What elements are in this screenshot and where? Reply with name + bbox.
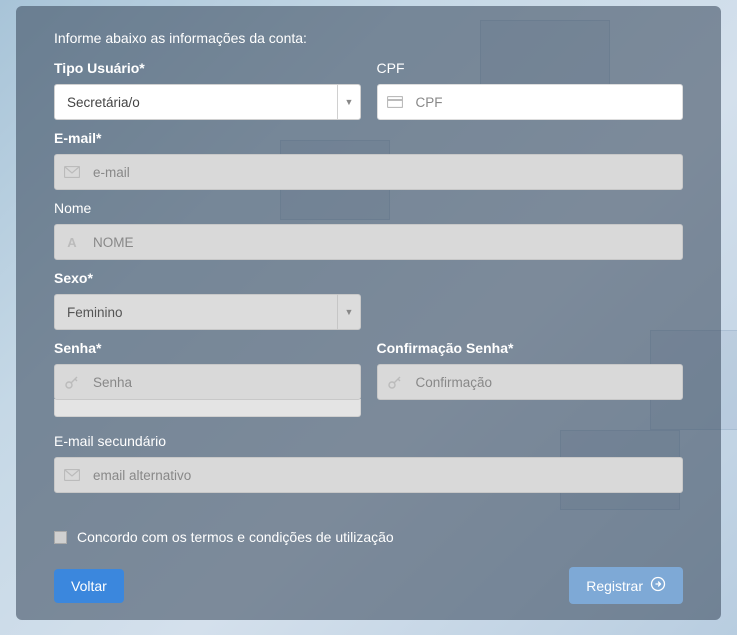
gender-label: Sexo* — [54, 270, 361, 286]
user-type-label: Tipo Usuário* — [54, 60, 361, 76]
password-label: Senha* — [54, 340, 361, 356]
name-input[interactable] — [54, 224, 683, 260]
password-input[interactable] — [54, 364, 361, 400]
key-icon — [387, 374, 403, 390]
register-button[interactable]: Registrar — [569, 567, 683, 604]
gender-value: Feminino — [67, 305, 123, 320]
email-input[interactable] — [54, 154, 683, 190]
arrow-right-circle-icon — [650, 576, 666, 595]
register-button-label: Registrar — [586, 578, 643, 594]
terms-label[interactable]: Concordo com os termos e condições de ut… — [77, 529, 394, 545]
text-icon: A — [64, 234, 80, 250]
confirm-label: Confirmação Senha* — [377, 340, 684, 356]
password-strength-bar — [54, 399, 361, 417]
registration-panel: Informe abaixo as informações da conta: … — [16, 6, 721, 620]
terms-checkbox[interactable] — [54, 531, 67, 544]
user-type-value: Secretária/o — [67, 95, 140, 110]
cpf-input[interactable] — [377, 84, 684, 120]
email2-input[interactable] — [54, 457, 683, 493]
key-icon — [64, 374, 80, 390]
card-icon — [387, 94, 403, 110]
envelope-icon — [64, 164, 80, 180]
cpf-label: CPF — [377, 60, 684, 76]
name-label: Nome — [54, 200, 683, 216]
gender-select[interactable]: Feminino — [54, 294, 361, 330]
intro-text: Informe abaixo as informações da conta: — [54, 30, 683, 46]
back-button[interactable]: Voltar — [54, 569, 124, 603]
user-type-select[interactable]: Secretária/o — [54, 84, 361, 120]
email-label: E-mail* — [54, 130, 683, 146]
envelope-icon — [64, 467, 80, 483]
back-button-label: Voltar — [71, 578, 107, 594]
email2-label: E-mail secundário — [54, 433, 683, 449]
confirm-input[interactable] — [377, 364, 684, 400]
